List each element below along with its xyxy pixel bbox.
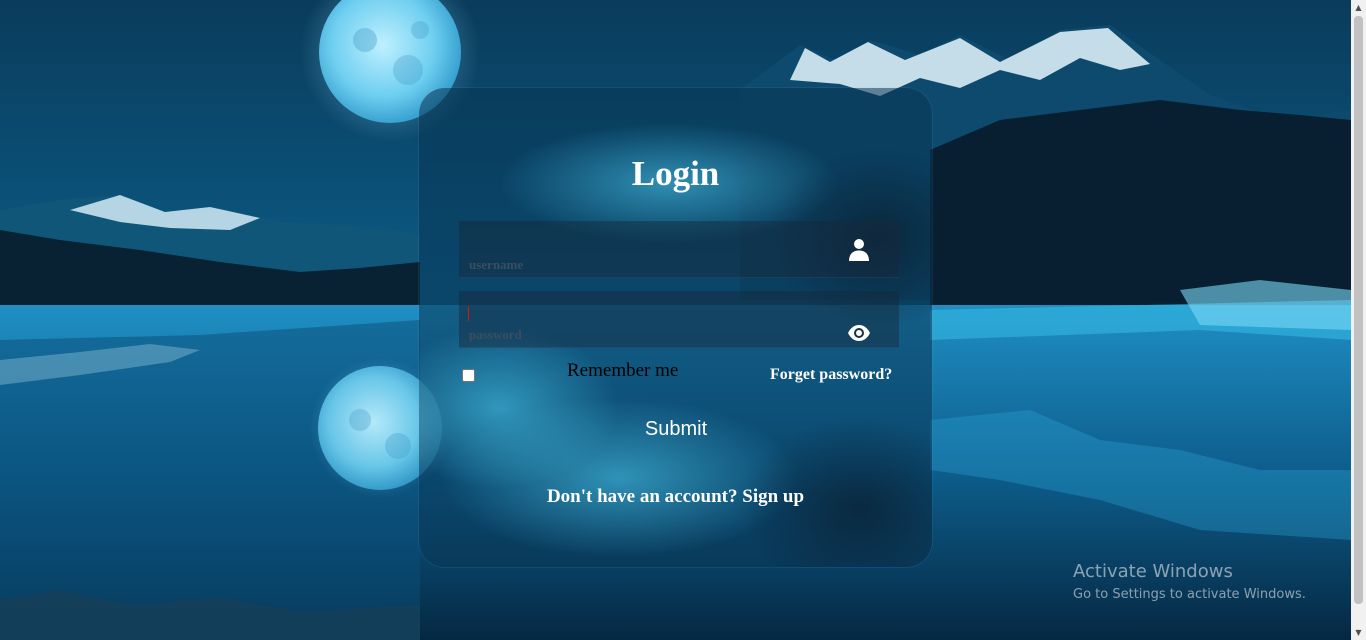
signup-prompt: Don't have an account? Sign up (419, 486, 932, 508)
vertical-scrollbar[interactable]: ▲ ▼ (1351, 0, 1366, 640)
username-field (459, 221, 899, 278)
username-input[interactable] (469, 255, 839, 275)
watermark-title: Activate Windows (1073, 561, 1233, 582)
scrollbar-thumb[interactable] (1354, 16, 1363, 604)
password-field (459, 291, 899, 348)
activate-windows-watermark: Activate Windows Go to Settings to activ… (1073, 561, 1306, 606)
login-card: Login Remember me Forget password? Submi… (419, 88, 932, 567)
scroll-down-arrow-icon[interactable]: ▼ (1351, 625, 1366, 640)
password-input[interactable] (469, 325, 839, 345)
scroll-up-arrow-icon[interactable]: ▲ (1351, 0, 1366, 15)
signup-link[interactable]: Sign up (742, 486, 804, 507)
remember-me-checkbox[interactable] (462, 369, 475, 382)
page-viewport: Login Remember me Forget password? Submi… (0, 0, 1351, 640)
login-title: Login (631, 154, 720, 193)
forgot-password-link[interactable]: Forget password? (770, 366, 892, 384)
eye-icon[interactable] (847, 321, 871, 345)
watermark-subtitle: Go to Settings to activate Windows. (1073, 587, 1306, 602)
signup-prompt-text: Don't have an account? (546, 486, 738, 507)
text-cursor (468, 306, 469, 321)
submit-button[interactable]: Submit (459, 408, 893, 450)
remember-me-label: Remember me (567, 360, 679, 381)
user-icon (849, 239, 869, 261)
